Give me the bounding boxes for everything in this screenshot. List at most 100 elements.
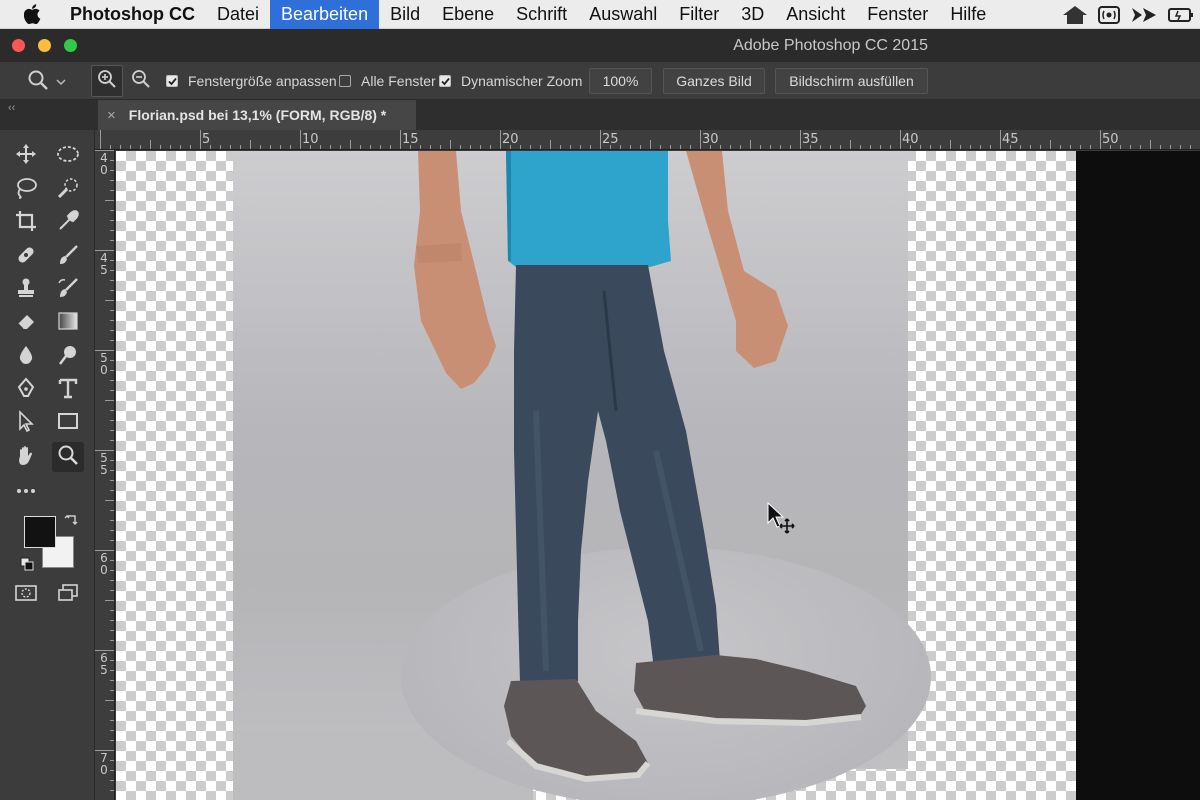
lasso-tool[interactable] [10,175,42,205]
zoom-window-button[interactable] [64,39,77,52]
quick-mask-button[interactable] [10,580,42,610]
eraser-tool[interactable] [10,308,42,338]
menu-bearbeiten[interactable]: Bearbeiten [270,0,380,29]
eraser-icon [15,310,37,337]
ruler-h-label: 45 [1002,132,1019,147]
type-tool[interactable] [52,375,84,405]
zoom-tool[interactable] [52,442,84,472]
stamp-icon [15,277,37,304]
quick-selection-icon [56,177,80,204]
broadcast-icon[interactable] [1098,5,1120,25]
zoom-100-button[interactable]: 100% [589,68,652,94]
hand-icon [15,444,37,471]
pen-icon [15,376,37,404]
default-colors-icon[interactable] [20,557,34,576]
edit-toolbar-button[interactable] [10,476,42,506]
resize-windows-option[interactable]: Fenstergröße anpassen [166,62,337,100]
resize-windows-label: Fenstergröße anpassen [188,73,337,89]
ruler-v-label: 50 [100,351,108,377]
scrubby-zoom-option[interactable]: Dynamischer Zoom [439,62,582,100]
rectangle-tool[interactable] [52,408,84,438]
ruler-h-label: 30 [702,132,719,147]
ruler-v-label: 65 [100,651,108,677]
eyedropper-icon [57,209,79,237]
path-selection-tool[interactable] [10,408,42,438]
zoom-tool-icon [26,68,50,95]
menu-bild[interactable]: Bild [379,0,431,29]
ruler-h-label: 20 [502,132,519,147]
brush-tool[interactable] [52,242,84,272]
collapse-panel-icon[interactable]: ‹‹ [8,102,15,114]
ruler-v-label: 40 [100,151,108,177]
crop-tool[interactable] [10,208,42,238]
magnifier-icon [57,444,79,471]
healing-brush-tool[interactable] [10,242,42,272]
zoom-out-button[interactable] [125,65,157,97]
menu-schrift[interactable]: Schrift [505,0,578,29]
screen-mode-button[interactable] [52,580,84,610]
menu-auswahl[interactable]: Auswahl [578,0,668,29]
zoom-in-button[interactable] [91,65,123,97]
ruler-h-label: 5 [202,132,211,147]
tool-preset-picker[interactable] [26,62,66,100]
resize-windows-checkbox[interactable] [166,75,178,87]
gradient-icon [57,310,79,337]
gradient-tool[interactable] [52,308,84,338]
document-tab-title: Florian.psd bei 13,1% (FORM, RGB/8) * [128,107,387,123]
type-icon [57,377,79,404]
menu-filter[interactable]: Filter [668,0,730,29]
minimize-window-button[interactable] [38,39,51,52]
marquee-tool[interactable] [52,141,84,171]
close-document-icon[interactable]: × [107,107,116,124]
eyedropper-tool[interactable] [52,208,84,238]
all-windows-checkbox[interactable] [339,75,351,87]
hand-tool[interactable] [10,442,42,472]
document-canvas[interactable] [116,151,1200,800]
menu-3d[interactable]: 3D [730,0,775,29]
more-icon [15,482,37,500]
ruler-h-label: 50 [1102,132,1119,147]
home-icon[interactable] [1062,5,1088,25]
forward-icon[interactable] [1130,5,1158,25]
fit-screen-button[interactable]: Ganzes Bild [663,68,765,94]
ruler-v-label: 55 [100,451,108,477]
menu-hilfe[interactable]: Hilfe [939,0,997,29]
horizontal-ruler-ticks [100,130,1191,149]
horizontal-ruler: 5 10 15 20 25 30 35 40 45 50 [95,130,1200,150]
all-windows-option[interactable]: Alle Fenster [339,62,436,100]
menu-extras [1062,0,1194,29]
apple-icon[interactable] [24,4,54,24]
drop-icon [15,344,37,371]
lasso-icon [14,177,38,204]
clone-stamp-tool[interactable] [10,275,42,305]
quick-selection-tool[interactable] [52,175,84,205]
ruler-h-label: 25 [602,132,619,147]
menu-fenster[interactable]: Fenster [856,0,939,29]
ruler-h-label: 15 [402,132,419,147]
fill-screen-button[interactable]: Bildschirm ausfüllen [775,68,928,94]
brush-icon [57,244,79,271]
battery-icon[interactable] [1168,5,1194,25]
menu-bar: Photoshop CC Datei Bearbeiten Bild Ebene… [0,0,1200,29]
document-tab[interactable]: × Florian.psd bei 13,1% (FORM, RGB/8) * [98,100,416,130]
window-title: Adobe Photoshop CC 2015 [733,37,928,54]
close-window-button[interactable] [12,39,25,52]
pen-tool[interactable] [10,375,42,405]
menu-datei[interactable]: Datei [206,0,270,29]
menu-app-name[interactable]: Photoshop CC [68,0,206,29]
blur-tool[interactable] [10,342,42,372]
move-tool[interactable] [10,141,42,171]
ellipse-marquee-icon [56,145,80,168]
crop-icon [15,210,37,237]
history-brush-tool[interactable] [52,275,84,305]
scrubby-zoom-checkbox[interactable] [439,75,451,87]
swap-colors-icon[interactable] [64,513,78,532]
foreground-color-swatch[interactable] [24,516,56,548]
quick-mask-icon [15,584,37,607]
menu-ansicht[interactable]: Ansicht [775,0,856,29]
menu-ebene[interactable]: Ebene [431,0,505,29]
ruler-v-label: 70 [100,751,108,777]
dodge-tool[interactable] [52,342,84,372]
vertical-ruler: 40 45 50 55 60 65 70 [95,150,115,800]
zoom-out-icon [130,68,152,95]
